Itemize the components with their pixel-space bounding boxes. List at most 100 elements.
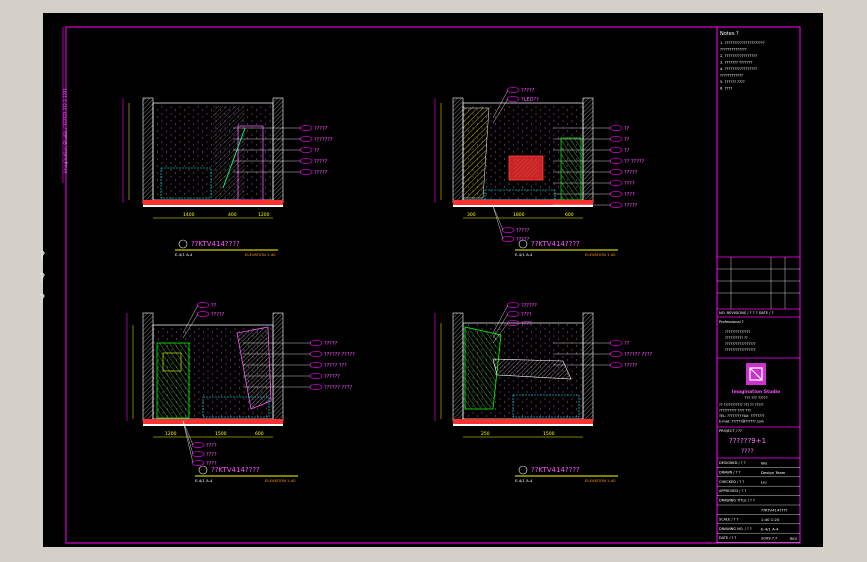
- row-value: Design Team: [761, 470, 786, 475]
- cad-drawing-canvas[interactable]: Imagination Studio / ?????? ??? ? ???? 1…: [43, 13, 823, 547]
- svg-text:??????: ??????: [521, 303, 537, 309]
- svg-text:??????: ??????: [324, 374, 340, 380]
- stamp-line: ?????????????????: [725, 342, 756, 346]
- elevation-2: 300 1800 600 ??????LED?? ???????? ??????…: [434, 87, 645, 257]
- revision-grid: NO. REVISIONS / ? ? ? DATE / ? Professio…: [717, 257, 800, 324]
- svg-text:?????: ?????: [314, 126, 328, 132]
- company-line: E-mail: ??????@??????.com: [719, 420, 764, 424]
- svg-text:NO. REVISIONS / ? ? ? DAT: NO. REVISIONS / ? ? ? DATE / ?: [719, 311, 774, 315]
- note-line: 3. ??????? ???????: [720, 61, 753, 65]
- dimension-label: 1800: [513, 212, 525, 218]
- elevation-code: E-4/1 A-4: [195, 478, 213, 483]
- elevation-code: E-4/1 A-4: [515, 478, 533, 483]
- company-line: ?????????? ???? ???: [719, 409, 751, 413]
- dimension-label: 250: [481, 431, 490, 437]
- svg-text:Professional ?: Professional ?: [719, 320, 744, 324]
- svg-text:??: ??: [624, 341, 630, 347]
- svg-text:????: ????: [206, 443, 217, 449]
- svg-text:??? ??? ?????: ??? ??? ?????: [744, 396, 767, 400]
- elevation-marker: [178, 239, 188, 249]
- elevation-marker: [198, 465, 208, 475]
- svg-text:?????: ?????: [521, 88, 535, 94]
- drawing-sheet: Imagination Studio / ?????? ??? ? ???? 1…: [39, 13, 823, 547]
- svg-text:??????9+1: ??????9+1: [729, 437, 766, 445]
- elevation-code: E-4/1 A-4: [175, 252, 193, 257]
- dimension-label: 1200: [165, 431, 177, 437]
- svg-text:??: ??: [624, 126, 630, 132]
- row-value: 1:40 1:20: [761, 517, 780, 522]
- elevation-title: ??KTV414????: [531, 240, 580, 248]
- svg-text:????: ????: [741, 448, 754, 455]
- elevation-3: 1200 1500 600 ??????? ??????????? ??????…: [126, 302, 355, 483]
- title-block-rows: DESIGNED / ? ? Wu DRAWN / ? ? Design Team CH…: [717, 461, 800, 543]
- material-tag: ?????: [492, 205, 530, 234]
- svg-text:????: ????: [206, 452, 217, 458]
- svg-text:????: ????: [521, 321, 532, 327]
- svg-text:?????? ????: ?????? ????: [324, 385, 352, 391]
- dimension-label: 600: [565, 212, 574, 218]
- dimension-label: 600: [255, 431, 264, 437]
- svg-text:?????: ?????: [624, 203, 638, 209]
- row-value: E-4/1 A-4: [761, 526, 779, 531]
- svg-text:PROJECT / ??: PROJECT / ??: [719, 429, 742, 433]
- company-address: ?? ??????????? ??? ?? ????? ?????????? ??…: [718, 403, 765, 424]
- svg-text:Imagination Studio: Imagination Studio: [732, 389, 780, 395]
- row-label: DATE / ? ?: [719, 536, 736, 540]
- row-label: APPROVED / ? ?: [719, 489, 746, 493]
- elevation-marker: [518, 465, 528, 475]
- svg-text:Notes ?: Notes ?: [720, 31, 739, 37]
- dimension-label: 1400: [183, 212, 195, 218]
- svg-text:?????: ?????: [624, 170, 638, 176]
- stamp-text: ?????????????? ?????????? ???????????????…: [725, 330, 756, 352]
- note-line: ????????????: [720, 74, 743, 78]
- title-block: Notes ? 1. ????????????????????? ???????…: [716, 26, 801, 544]
- dimension-label: 400: [228, 212, 237, 218]
- svg-text:??: ??: [211, 303, 217, 309]
- elevation-scale: ELEVATION 1:40: [245, 252, 276, 257]
- elevation-4: 250 1500 ?????????????? ???????? ???????…: [434, 302, 652, 483]
- elevation-scale: ELEVATION 1:40: [585, 252, 616, 257]
- note-line: 4. ?????????????????: [720, 67, 757, 71]
- elevation-1: 1400 400 1200 ???????????????????????? ?…: [122, 97, 333, 257]
- svg-text:?????? ?????: ?????? ?????: [324, 352, 355, 358]
- company-line: ?? ??????????? ??? ?? ?????: [719, 403, 764, 407]
- stamp-line: ?????????????????: [725, 348, 756, 352]
- row-value: ??KTV414????: [761, 508, 787, 513]
- note-line: 5. ?????? ????: [720, 80, 745, 84]
- notes-section: Notes ? 1. ????????????????????? ???????…: [720, 31, 765, 91]
- sidebar-mark-3: ?: [39, 292, 46, 306]
- svg-text:?????: ?????: [516, 228, 530, 234]
- svg-text:????: ????: [624, 192, 635, 198]
- svg-text:?? ?????: ?? ?????: [624, 159, 645, 165]
- svg-text:??: ??: [624, 148, 630, 154]
- material-tag: ????: [182, 420, 217, 458]
- company-line: TEL: ???????? FAX: ????????: [718, 414, 765, 418]
- elevation-title: ??KTV414????: [191, 240, 240, 248]
- elevation-scale: ELEVATION 1:40: [265, 478, 296, 483]
- row-value: 2009.?.?: [761, 536, 777, 541]
- row-label: DESIGNED / ? ?: [719, 461, 746, 465]
- company-logo: Imagination Studio ??? ??? ?????: [732, 363, 780, 400]
- row-value: Wu: [761, 461, 768, 466]
- svg-text:????: ????: [521, 312, 532, 318]
- rev-label: REV.: [790, 537, 798, 541]
- svg-text:??: ??: [624, 137, 630, 143]
- elevation-title: ??KTV414????: [211, 466, 260, 474]
- svg-text:?????? ????: ?????? ????: [624, 352, 652, 358]
- material-tag: ?????: [492, 205, 530, 243]
- elevation-code: E-4/1 A-4: [515, 252, 533, 257]
- dimension-label: 1500: [215, 431, 227, 437]
- row-label: SCALE / ? ?: [719, 517, 739, 521]
- svg-text:?????: ?????: [211, 312, 225, 318]
- row-label: DRAWN / ? ?: [719, 470, 741, 474]
- stamp-line: ??????????????: [725, 330, 750, 334]
- elevation-scale: ELEVATION 1:40: [585, 478, 616, 483]
- dimension-label: 300: [467, 212, 476, 218]
- note-line: 2. ?????????????????: [720, 54, 757, 58]
- note-line: ??????????????: [720, 48, 747, 52]
- row-value: Liu: [761, 479, 767, 484]
- svg-text:Imagination Studio / ??????: Imagination Studio / ?????? ??? ? ????: [63, 88, 69, 173]
- row-label: DRAWING TITLE / ? ?: [719, 499, 755, 503]
- svg-text:?????: ?????: [314, 159, 328, 165]
- svg-text:?????: ?????: [624, 363, 638, 369]
